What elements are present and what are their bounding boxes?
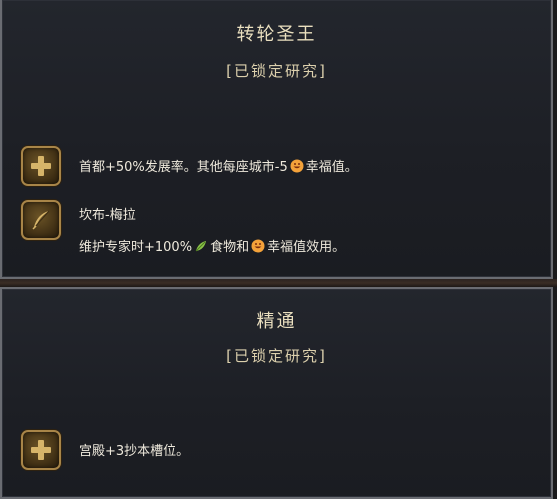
effect-text-post: 幸福值效用。: [267, 240, 346, 255]
panel-subtitle: [已锁定研究]: [226, 62, 327, 80]
panel-subtitle: [已锁定研究]: [226, 347, 327, 365]
happiness-icon: [251, 239, 265, 253]
effect-text-post: 幸福值。: [305, 160, 358, 175]
effect-text: 首都+50%发展率。其他每座城市-5 幸福值。: [79, 156, 358, 175]
panel-divider: [0, 279, 557, 287]
effect-text: 维护专家时+100% 食物和 幸福值效用。: [79, 236, 345, 255]
quill-icon: [21, 200, 61, 240]
panel-title: 精通: [256, 311, 297, 332]
plus-icon: [21, 430, 61, 470]
effect-row: 首都+50%发展率。其他每座城市-5 幸福值。: [21, 146, 541, 186]
effect-row: 宫殿+3抄本槽位。: [21, 430, 541, 470]
happiness-icon: [290, 159, 304, 173]
panel-title: 转轮圣王: [236, 24, 317, 45]
plus-icon: [21, 146, 61, 186]
great-person-name: 坎布-梅拉: [79, 208, 136, 223]
effect-text-pre: 维护专家时+100%: [79, 240, 193, 255]
effect-text-pre: 首都+50%发展率。其他每座城市-5: [79, 160, 288, 175]
effect-text-mid: 食物和: [210, 240, 250, 255]
effect-text: 宫殿+3抄本槽位。: [79, 444, 190, 459]
tooltip-panel-universal-ruler: 转轮圣王 [已锁定研究] 首都+50%发展率。其他每座城市-5 幸福值。 坎布-梅…: [0, 0, 553, 279]
tooltip-panel-mastery: 精通 [已锁定研究] 宫殿+3抄本槽位。: [0, 287, 553, 499]
effect-row: 坎布-梅拉 维护专家时+100% 食物和 幸福值效用。: [21, 200, 541, 260]
food-icon: [194, 239, 208, 253]
